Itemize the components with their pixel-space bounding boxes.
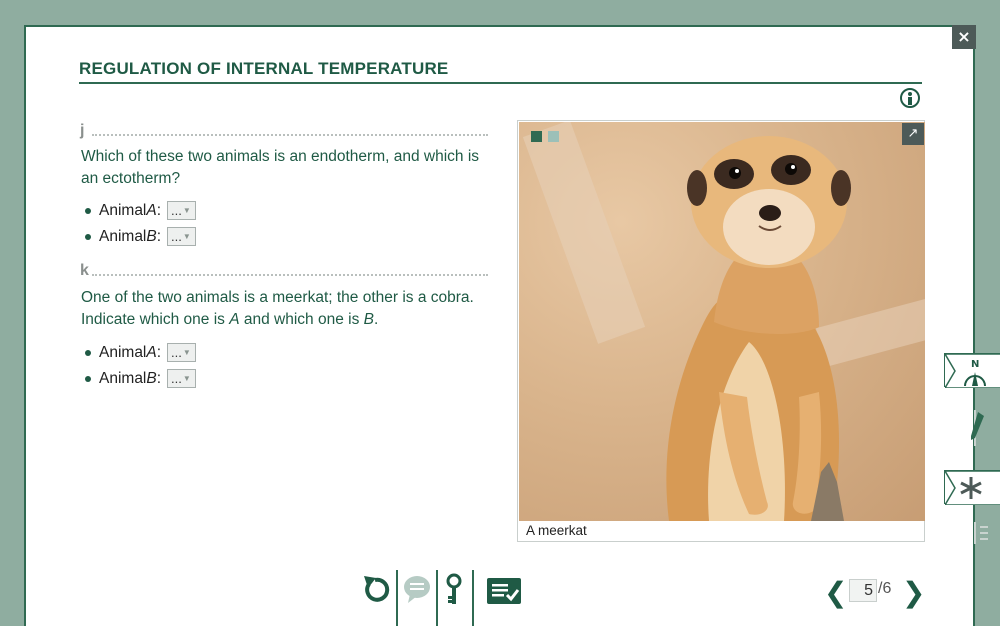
side-tab-compass[interactable]: N (943, 353, 1000, 389)
color-swatch-light (548, 131, 559, 142)
side-tab-asterisk[interactable] (943, 470, 1000, 506)
figure-caption: A meerkat (526, 523, 587, 538)
toolbar-divider (396, 570, 398, 626)
question-divider-k (92, 274, 488, 276)
page-title: REGULATION OF INTERNAL TEMPERATURE (79, 59, 449, 78)
question-divider-j (92, 134, 488, 136)
reset-button[interactable] (360, 572, 390, 611)
meerkat-illustration (522, 122, 925, 521)
bullet (85, 207, 91, 214)
key-button[interactable] (444, 572, 464, 611)
key-icon (446, 573, 462, 604)
answer-dropdown-k-a[interactable]: ... ▼ (167, 343, 197, 362)
figure-frame: ↗ A meerkat (517, 120, 925, 542)
side-tab-list[interactable] (944, 520, 1000, 546)
info-icon[interactable] (900, 88, 920, 108)
dropdown-arrow-icon: ▼ (182, 348, 191, 357)
page-total: /6 (878, 580, 892, 597)
side-tab-pencil[interactable] (944, 408, 1000, 448)
question-letter-j: j (80, 122, 85, 139)
bullet (85, 233, 91, 240)
question-letter-k: k (80, 262, 89, 279)
answer-dropdown-j-b[interactable]: ... ▼ (167, 227, 197, 246)
bullet (85, 375, 91, 382)
expand-icon[interactable]: ↗ (902, 123, 924, 145)
dropdown-arrow-icon: ▼ (182, 374, 191, 383)
reset-icon (364, 576, 390, 602)
chevron-left-icon[interactable]: ❮ (824, 576, 847, 609)
asterisk-icon (943, 470, 1000, 506)
answer-item-k-b: Animal B: ... ▼ (85, 369, 197, 388)
toolbar-divider (472, 570, 474, 626)
close-button[interactable]: × (952, 25, 976, 49)
answer-item-j-a: Animal A: ... ▼ (85, 201, 197, 220)
check-answers-button[interactable] (487, 578, 521, 609)
answer-dropdown-j-a[interactable]: ... ▼ (167, 201, 197, 220)
pencil-icon (971, 410, 984, 446)
dropdown-arrow-icon: ▼ (182, 232, 191, 241)
meerkat-photo: ↗ (519, 122, 925, 521)
toolbar-divider (436, 570, 438, 626)
compass-label: N (971, 359, 979, 370)
color-swatch-dark (531, 131, 542, 142)
question-text-j: Which of these two animals is an endothe… (81, 148, 480, 187)
comment-icon (404, 576, 430, 603)
bullet (85, 349, 91, 356)
dropdown-arrow-icon: ▼ (182, 206, 191, 215)
list-icon (974, 522, 988, 544)
chevron-right-icon[interactable]: ❯ (902, 576, 925, 609)
page-number-input[interactable]: 5 (849, 579, 877, 602)
answer-item-j-b: Animal B: ... ▼ (85, 227, 197, 246)
title-divider (79, 82, 922, 84)
answer-dropdown-k-b[interactable]: ... ▼ (167, 369, 197, 388)
comment-button[interactable] (402, 572, 432, 611)
checklist-icon (487, 578, 521, 604)
question-text-k: One of the two animals is a meerkat; the… (81, 289, 474, 328)
compass-icon: N (943, 353, 1000, 389)
answer-item-k-a: Animal A: ... ▼ (85, 343, 197, 362)
